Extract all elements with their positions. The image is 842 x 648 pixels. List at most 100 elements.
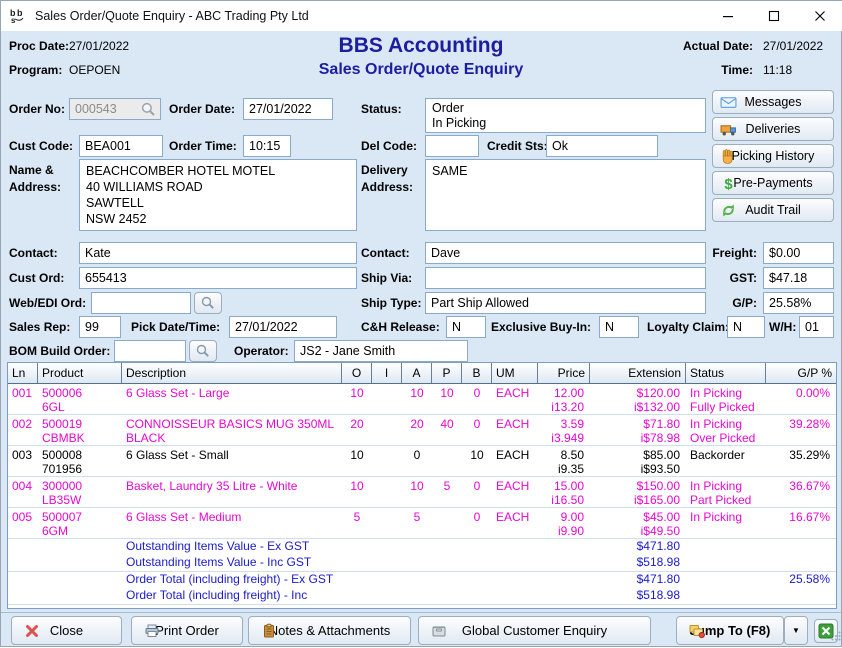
cell-i — [372, 510, 402, 538]
bom-build-order-label: BOM Build Order: — [9, 344, 110, 358]
cell-product: 5000066GL — [38, 386, 122, 414]
cell-status: In Picking — [686, 510, 766, 538]
footer-toolbar: Close Print Order Notes & Attachments Gl… — [1, 612, 842, 648]
search-icon[interactable] — [140, 101, 157, 120]
del-code-field[interactable] — [425, 135, 479, 157]
screen-title: Sales Order/Quote Enquiry — [201, 61, 641, 79]
cell-extension: $71.80i$78.98 — [590, 417, 686, 445]
cell-p: 5 — [432, 479, 462, 507]
credit-sts-field[interactable]: Ok — [546, 135, 658, 157]
notes-attachments-button[interactable]: Notes & Attachments — [248, 616, 411, 645]
total-line: Outstanding Items Value - Inc GST $518.9… — [8, 555, 836, 571]
status-label: Status: — [361, 102, 402, 116]
delivery-address-label2: Address: — [361, 180, 413, 194]
col-header-a[interactable]: A — [402, 363, 432, 383]
hand-icon — [720, 148, 737, 165]
proc-date-value: 27/01/2022 — [69, 39, 129, 53]
gp-label: G/P: — [701, 296, 757, 310]
total-label: Outstanding Items Value - Ex GST — [122, 539, 538, 555]
gst-field[interactable]: $47.18 — [763, 267, 834, 289]
cell-price: 8.50i9.35 — [538, 448, 590, 476]
cell-gp: 36.67% — [766, 479, 836, 507]
cell-b: 0 — [462, 386, 492, 414]
ch-release-field[interactable]: N — [446, 316, 486, 338]
status-field[interactable]: Order In Picking — [425, 98, 706, 133]
col-header-um[interactable]: UM — [492, 363, 538, 383]
col-header-extension[interactable]: Extension — [590, 363, 686, 383]
col-header-p[interactable]: P — [432, 363, 462, 383]
close-icon — [812, 8, 828, 24]
webedi-search-button[interactable] — [194, 292, 222, 314]
order-time-field[interactable]: 10:15 — [243, 135, 291, 157]
freight-label: Freight: — [701, 246, 757, 260]
pre-payments-button[interactable]: $ Pre-Payments — [712, 171, 834, 195]
ship-type-field[interactable]: Part Ship Allowed — [425, 292, 706, 314]
deliveries-button[interactable]: Deliveries — [712, 117, 834, 141]
cust-code-field[interactable]: BEA001 — [79, 135, 163, 157]
webedi-field[interactable] — [91, 292, 191, 314]
pick-datetime-field[interactable]: 27/01/2022 — [229, 316, 337, 338]
picking-history-button[interactable]: Picking History — [712, 144, 834, 168]
close-window-button[interactable] — [797, 2, 842, 31]
col-header-gp[interactable]: G/P % — [766, 363, 836, 383]
table-row[interactable]: 003 500008701956 6 Glass Set - Small 10 … — [8, 446, 836, 477]
audit-trail-button[interactable]: Audit Trail — [712, 198, 834, 222]
table-row[interactable]: 005 5000076GM 6 Glass Set - Medium 5 5 0… — [8, 508, 836, 539]
bom-search-button[interactable] — [189, 340, 217, 362]
notes-attachments-button-label: Notes & Attachments — [269, 623, 390, 638]
print-order-button[interactable]: Print Order — [131, 616, 243, 645]
ship-via-label: Ship Via: — [361, 271, 412, 285]
red-x-icon — [24, 623, 40, 639]
total-gp — [766, 539, 836, 555]
exclusive-buyin-field[interactable]: N — [599, 316, 639, 338]
total-line: Order Total (including freight) - Inc $5… — [8, 588, 836, 604]
col-header-description[interactable]: Description — [122, 363, 342, 383]
jump-to-dropdown-button[interactable]: ▼ — [784, 616, 808, 645]
gp-field[interactable]: 25.58% — [763, 292, 834, 314]
bom-build-order-field[interactable] — [114, 340, 186, 362]
cell-description: Basket, Laundry 35 Litre - White — [122, 479, 342, 507]
cell-i — [372, 386, 402, 414]
resize-grip[interactable] — [831, 628, 841, 646]
col-header-o[interactable]: O — [342, 363, 372, 383]
recycle-icon — [720, 202, 737, 219]
sales-rep-field[interactable]: 99 — [79, 316, 121, 338]
loyalty-claim-field[interactable]: N — [727, 316, 765, 338]
contact-field[interactable]: Kate — [79, 242, 357, 264]
col-header-status[interactable]: Status — [686, 363, 766, 383]
ship-via-field[interactable] — [425, 267, 706, 289]
table-row[interactable]: 001 5000066GL 6 Glass Set - Large 10 10 … — [8, 384, 836, 415]
messages-button[interactable]: Messages — [712, 90, 834, 114]
cust-ord-label: Cust Ord: — [9, 271, 64, 285]
close-button[interactable]: Close — [11, 616, 122, 645]
delivery-address-field[interactable]: SAME — [425, 159, 706, 231]
col-header-i[interactable]: I — [372, 363, 402, 383]
order-date-field[interactable]: 27/01/2022 — [243, 98, 333, 120]
minimize-icon — [720, 8, 736, 24]
cust-ord-field[interactable]: 655413 — [79, 267, 357, 289]
col-header-price[interactable]: Price — [538, 363, 590, 383]
global-customer-enquiry-button[interactable]: Global Customer Enquiry — [418, 616, 651, 645]
table-row[interactable]: 004 300000LB35W Basket, Laundry 35 Litre… — [8, 477, 836, 508]
contact-label: Contact: — [9, 246, 58, 260]
col-header-product[interactable]: Product — [38, 363, 122, 383]
order-time-label: Order Time: — [169, 139, 237, 153]
jump-to-button[interactable]: Jump To (F8) — [676, 616, 784, 645]
operator-field[interactable]: JS2 - Jane Smith — [294, 340, 468, 362]
order-no-field[interactable]: 000543 — [69, 98, 161, 120]
freight-field[interactable]: $0.00 — [763, 242, 834, 264]
cell-o: 20 — [342, 417, 372, 445]
time-label: Time: — [667, 63, 753, 77]
minimize-button[interactable] — [705, 2, 751, 31]
name-address-field[interactable]: BEACHCOMBER HOTEL MOTEL 40 WILLIAMS ROAD… — [79, 159, 357, 231]
line-items-table: Ln Product Description O I A P B UM Pric… — [7, 362, 837, 609]
wh-field[interactable]: 01 — [799, 316, 834, 338]
card-file-icon — [431, 623, 447, 639]
maximize-button[interactable] — [751, 2, 797, 31]
cell-status: In PickingPart Picked — [686, 479, 766, 507]
col-header-ln[interactable]: Ln — [8, 363, 38, 383]
table-row[interactable]: 002 500019CBMBK CONNOISSEUR BASICS MUG 3… — [8, 415, 836, 446]
delivery-contact-field[interactable]: Dave — [425, 242, 706, 264]
col-header-b[interactable]: B — [462, 363, 492, 383]
total-extension: $471.80 — [590, 539, 686, 555]
